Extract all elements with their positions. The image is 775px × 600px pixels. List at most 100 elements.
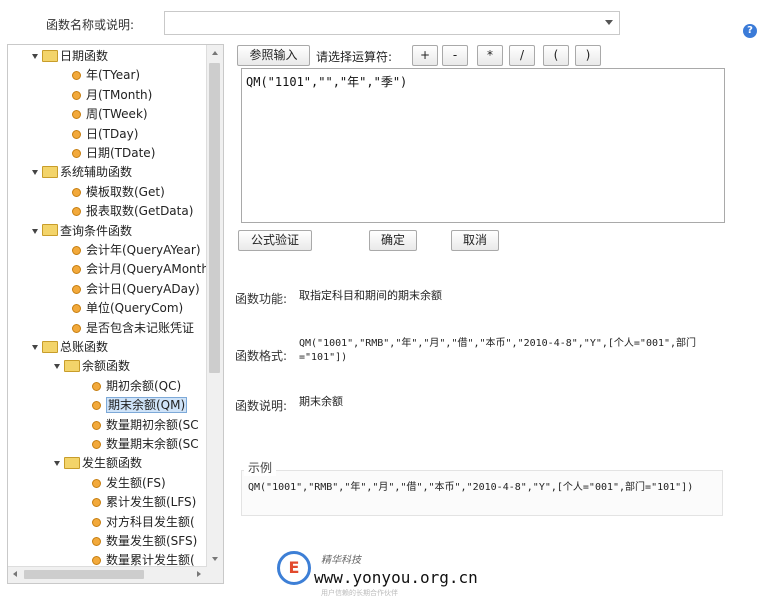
operator-prompt-label: 请选择运算符:	[316, 50, 393, 64]
tree-node-label: 数量期末余额(SC	[106, 437, 199, 451]
ok-button[interactable]: 确定	[369, 230, 417, 251]
operator-right-paren-button[interactable]: )	[575, 45, 601, 66]
folder-icon	[64, 359, 80, 372]
tree-node-label: 期初余额(QC)	[106, 378, 182, 393]
tree-folder-node[interactable]: 系统辅助函数	[32, 163, 132, 181]
tree-leaf-node[interactable]: 期末余额(QM)	[92, 396, 188, 414]
tree-node-label: 单位(QueryCom)	[86, 301, 184, 316]
tree-leaf-node[interactable]: 期初余额(QC)	[92, 377, 181, 395]
tree-leaf-node[interactable]: 周(TWeek)	[72, 105, 148, 123]
tree-leaf-node[interactable]: 会计日(QueryADay)	[72, 280, 200, 298]
operator-divide-button[interactable]: /	[509, 45, 535, 66]
tree-node-label: 发生额(FS)	[106, 475, 166, 490]
expand-arrow-icon[interactable]	[54, 461, 60, 467]
bullet-icon	[72, 149, 81, 158]
function-description-label: 函数说明:	[235, 399, 288, 413]
operator-left-paren-button[interactable]: (	[543, 45, 569, 66]
tree-leaf-node[interactable]: 数量累计发生额(	[92, 551, 195, 567]
tree-node-label: 总账函数	[60, 340, 109, 354]
tree-horizontal-scroll-thumb[interactable]	[24, 570, 144, 579]
formula-editor[interactable]: QM("1101","","年","季")	[241, 68, 725, 223]
bullet-icon	[92, 537, 101, 546]
bullet-icon	[72, 246, 81, 255]
bullet-icon	[72, 304, 81, 314]
tree-leaf-node[interactable]: 数量发生额(SFS)	[92, 532, 197, 550]
operator-plus-button[interactable]: +	[412, 45, 438, 66]
bullet-icon	[72, 265, 81, 275]
tree-leaf-node[interactable]: 发生额(FS)	[92, 474, 166, 492]
tree-leaf-node[interactable]: 年(TYear)	[72, 66, 140, 84]
watermark-brand: 精华科技	[321, 555, 361, 566]
tree-leaf-node[interactable]: 月(TMonth)	[72, 86, 152, 104]
bullet-icon	[72, 129, 81, 139]
bullet-icon	[72, 323, 81, 333]
expand-arrow-icon[interactable]	[32, 228, 38, 234]
tree-folder-node[interactable]: 余额函数	[54, 357, 130, 375]
folder-icon	[64, 456, 80, 469]
operator-multiply-button[interactable]: *	[477, 45, 503, 66]
reference-input-button[interactable]: 参照输入	[237, 45, 310, 66]
tree-folder-node[interactable]: 总账函数	[32, 338, 108, 356]
folder-icon	[42, 340, 58, 353]
verify-formula-button[interactable]: 公式验证	[238, 230, 312, 251]
tree-leaf-node[interactable]: 单位(QueryCom)	[72, 299, 183, 317]
top-bar: 函数名称或说明: ?	[0, 0, 775, 44]
tree-node-label: 会计月(QueryAMonth)	[86, 262, 207, 277]
scroll-left-arrow-icon[interactable]	[13, 571, 17, 577]
scroll-up-arrow-icon[interactable]	[212, 51, 218, 55]
function-name-label: 函数名称或说明:	[46, 18, 135, 32]
tree-folder-node[interactable]: 查询条件函数	[32, 222, 132, 240]
tree-node-label: 会计年(QueryAYear)	[86, 243, 201, 257]
tree-leaf-node[interactable]: 对方科目发生额(	[92, 513, 195, 531]
bullet-icon	[92, 556, 101, 566]
expand-arrow-icon[interactable]	[32, 345, 38, 350]
tree-folder-node[interactable]: 发生额函数	[54, 454, 142, 472]
bullet-icon	[92, 498, 101, 508]
tree-leaf-node[interactable]: 日期(TDate)	[72, 144, 155, 162]
bullet-icon	[92, 381, 101, 391]
function-format-value: QM("1001","RMB","年","月","借","本币","2010-4…	[299, 338, 697, 363]
tree-node-label: 系统辅助函数	[60, 165, 133, 180]
function-format-label: 函数格式:	[235, 349, 288, 363]
tree-node-label: 日期(TDate)	[86, 146, 156, 160]
tree-leaf-node[interactable]: 日(TDay)	[72, 125, 138, 143]
watermark-url: www.yonyou.org.cn	[314, 568, 478, 587]
function-name-select[interactable]	[164, 11, 620, 35]
tree-leaf-node[interactable]: 数量期初余额(SC	[92, 416, 199, 434]
function-tree: 日期函数年(TYear) 月(TMonth) 周(TWeek) 日(TDay) 日期(T…	[7, 44, 224, 584]
tree-leaf-node[interactable]: 模板取数(Get)	[72, 183, 165, 201]
tree-node-label: 累计发生额(LFS)	[106, 495, 197, 510]
tree-node-label: 查询条件函数	[60, 223, 133, 238]
operator-minus-button[interactable]: -	[442, 45, 468, 66]
tree-node-label: 余额函数	[82, 359, 131, 374]
bullet-icon	[92, 420, 101, 430]
bullet-icon	[92, 440, 101, 449]
watermark: E 精华科技 www.yonyou.org.cn 用户信赖的长期合作伙伴	[277, 548, 517, 598]
tree-node-label: 月(TMonth)	[86, 87, 153, 102]
tree-node-label: 日期函数	[60, 49, 109, 63]
bullet-icon	[72, 207, 81, 217]
tree-leaf-node[interactable]: 是否包含未记账凭证	[72, 319, 194, 337]
tree-node-label: 数量发生额(SFS)	[106, 534, 198, 548]
scroll-right-arrow-icon[interactable]	[197, 571, 201, 577]
tree-folder-node[interactable]: 日期函数	[32, 47, 108, 65]
expand-arrow-icon[interactable]	[54, 364, 60, 370]
watermark-logo: E	[277, 551, 311, 585]
tree-leaf-node[interactable]: 会计月(QueryAMonth)	[72, 260, 207, 278]
tree-horizontal-scrollbar[interactable]	[8, 566, 207, 583]
cancel-button[interactable]: 取消	[451, 230, 499, 251]
tree-leaf-node[interactable]: 累计发生额(LFS)	[92, 493, 196, 511]
watermark-tagline: 用户信赖的长期合作伙伴	[321, 589, 398, 597]
tree-leaf-node[interactable]: 报表取数(GetData)	[72, 202, 193, 220]
tree-leaf-node[interactable]: 会计年(QueryAYear)	[72, 241, 201, 259]
help-circle-icon[interactable]: ?	[743, 24, 757, 38]
expand-arrow-icon[interactable]	[32, 54, 38, 59]
bullet-icon	[72, 71, 81, 81]
expand-arrow-icon[interactable]	[32, 170, 38, 176]
function-purpose-value: 取指定科目和期间的期末余额	[299, 289, 442, 302]
tree-vertical-scroll-thumb[interactable]	[209, 63, 220, 373]
scroll-down-arrow-icon[interactable]	[212, 557, 218, 561]
chevron-down-icon[interactable]	[605, 20, 613, 25]
tree-vertical-scrollbar[interactable]	[206, 45, 223, 567]
tree-leaf-node[interactable]: 数量期末余额(SC	[92, 435, 199, 453]
